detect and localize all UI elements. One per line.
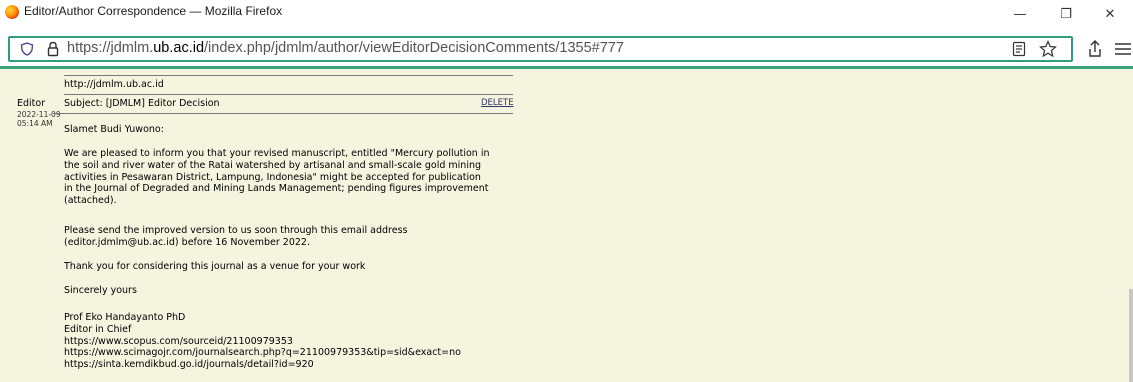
previous-message-url: http://jdmlm.ub.ac.id [64,79,164,90]
scrollbar-thumb[interactable] [1129,289,1133,382]
message-date: 2022-11-09 [17,110,61,119]
url-path: /index.php/jdmlm/author/viewEditorDecisi… [204,40,624,56]
text-line: the soil and river water of the Ratai wa… [64,159,482,171]
signature-name: Prof Eko Handayanto PhD [64,312,186,323]
message-signature: Prof Eko Handayanto PhD Editor in Chief … [64,312,461,371]
message-subject: Subject: [JDMLM] Editor Decision [64,98,220,109]
message-time: 05:14 AM [17,119,53,128]
message-greeting: Slamet Budi Yuwono: [64,124,164,135]
minimize-button[interactable]: — [1000,0,1040,30]
bookmark-star-icon[interactable] [1039,40,1057,58]
lock-icon[interactable] [46,41,60,57]
window-title: Editor/Author Correspondence — Mozilla F… [24,4,283,18]
maximize-button[interactable]: ❐ [1046,0,1086,30]
vertical-scrollbar[interactable] [1129,69,1133,382]
message-closing: Sincerely yours [64,285,137,296]
url-text[interactable]: https://jdmlm.ub.ac.id/index.php/jdmlm/a… [67,40,624,56]
message-paragraph-2: Please send the improved version to us s… [64,225,408,249]
divider [53,113,513,114]
url-prefix: https://jdmlm. [67,40,154,56]
signature-link: https://sinta.kemdikbud.go.id/journals/d… [64,359,314,371]
message-paragraph-1: We are pleased to inform you that your r… [64,148,490,207]
delete-link[interactable]: DELETE [481,98,514,108]
shield-icon[interactable] [20,42,34,56]
hamburger-menu-icon[interactable] [1112,38,1133,60]
text-line: Please send the improved version to us s… [64,225,408,236]
text-line: (attached). [64,195,117,207]
text-line: activities in Pesawaran District, Lampun… [64,171,481,183]
firefox-logo-icon [5,5,19,19]
message-sender: Editor [17,98,46,109]
signature-link: https://www.scimagojr.com/journalsearch.… [64,347,461,359]
text-line: We are pleased to inform you that your r… [64,148,490,159]
divider [64,94,513,95]
reader-view-icon[interactable] [1011,41,1027,57]
share-icon[interactable] [1084,38,1106,60]
address-bar[interactable]: https://jdmlm.ub.ac.id/index.php/jdmlm/a… [8,36,1073,62]
signature-link: https://www.scopus.com/sourceid/21100979… [64,335,293,347]
message-paragraph-3: Thank you for considering this journal a… [64,261,366,272]
text-line: (editor.jdmlm@ub.ac.id) before 16 Novemb… [64,236,310,248]
url-domain: ub.ac.id [153,40,205,56]
window-titlebar: Editor/Author Correspondence — Mozilla F… [0,0,1133,30]
page-content: http://jdmlm.ub.ac.id Editor 2022-11-09 … [0,69,1133,382]
close-button[interactable]: ✕ [1090,0,1130,30]
text-line: in the Journal of Degraded and Mining La… [64,183,489,195]
signature-role: Editor in Chief [64,323,132,335]
divider [64,75,513,76]
